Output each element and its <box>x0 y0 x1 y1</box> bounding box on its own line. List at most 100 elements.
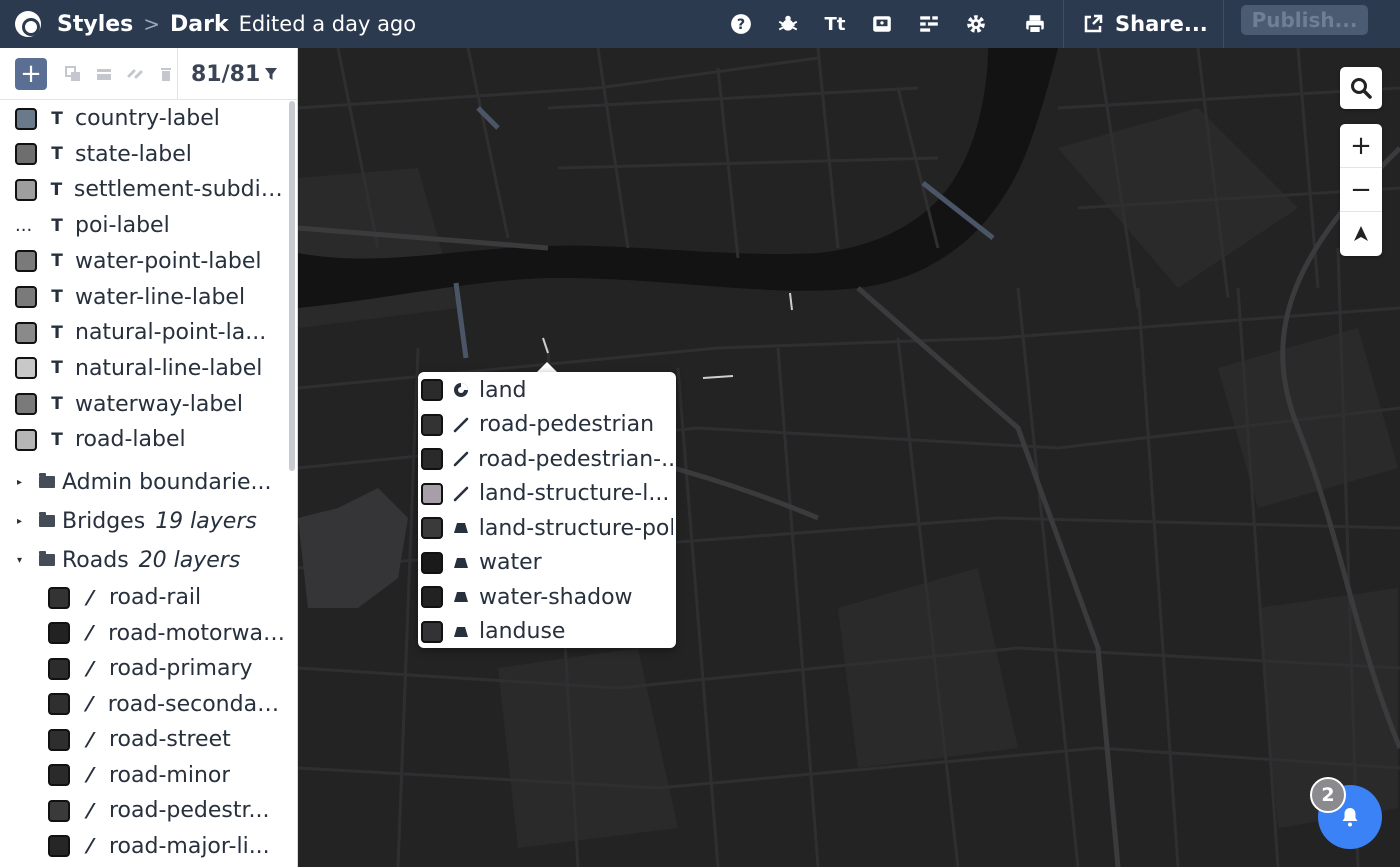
layer-row[interactable]: ⁄ road-secondary... <box>48 687 286 722</box>
layer-name: road-motorway... <box>108 620 286 646</box>
share-button[interactable]: Share... <box>1083 0 1208 48</box>
layer-row[interactable]: Troad-label <box>0 422 288 457</box>
layer-row[interactable]: Tcountry-label <box>0 101 288 136</box>
layer-color-swatch <box>48 764 70 786</box>
line-layer-icon: ⁄ <box>87 621 92 645</box>
line-layer-icon: ⁄ <box>88 585 92 610</box>
layer-row[interactable]: ⁄ road-major-li... <box>48 829 286 864</box>
symbol-layer-icon: T <box>51 108 63 129</box>
layer-settings-icon[interactable] <box>912 7 946 41</box>
symbol-layer-icon: T <box>51 322 63 343</box>
zoom-out-button[interactable]: − <box>1340 168 1382 212</box>
unlink-icon[interactable] <box>125 64 145 84</box>
layer-name: road-major-li... <box>109 833 270 859</box>
debug-icon[interactable] <box>771 7 805 41</box>
svg-text:?: ? <box>737 17 745 33</box>
popup-layer-item[interactable]: landuse <box>421 615 673 649</box>
line-layer-icon: ⁄ <box>88 763 92 787</box>
layer-row[interactable]: ⁄ road-minor <box>48 758 286 793</box>
duplicate-icon[interactable] <box>63 64 83 84</box>
layer-row[interactable]: Tsettlement-subdivi... <box>0 172 288 207</box>
group-name: Roads <box>62 547 129 573</box>
help-icon[interactable]: ? <box>724 7 758 41</box>
layer-color-swatch <box>48 799 70 822</box>
settings-icon[interactable] <box>959 7 993 41</box>
layer-row[interactable]: Twater-line-label <box>0 280 288 315</box>
symbol-layer-icon: T <box>51 251 63 272</box>
layer-row[interactable]: Twaterway-label <box>0 387 288 422</box>
layer-group[interactable]: ▸ Admin boundarie... <box>0 463 288 501</box>
layer-name: water-line-label <box>75 284 246 310</box>
folder-icon <box>39 473 55 488</box>
popup-layer-item[interactable]: water <box>421 546 673 580</box>
layer-name: land-structure-pol <box>478 515 673 541</box>
layer-color-swatch <box>421 413 443 436</box>
typography-icon[interactable]: Tt <box>818 7 852 41</box>
group-name: Bridges <box>62 508 146 534</box>
caret-down-icon[interactable]: ▾ <box>17 555 25 566</box>
layer-row[interactable]: ⁄ road-primary <box>48 651 286 686</box>
layer-group[interactable]: ▾ Roads 20 layers <box>0 541 288 579</box>
publish-button[interactable]: Publish... <box>1241 5 1368 35</box>
map-search-button[interactable] <box>1340 67 1382 109</box>
layer-color-swatch <box>48 586 70 609</box>
mapbox-logo-icon[interactable] <box>15 11 41 37</box>
popup-layer-item[interactable]: road-pedestrian <box>421 408 673 442</box>
compass-button[interactable] <box>1340 212 1382 256</box>
layer-color-swatch <box>48 835 70 857</box>
layer-name: natural-line-label <box>75 355 263 381</box>
layer-group[interactable]: ▸ Bridges 19 layers <box>0 502 288 540</box>
layer-name: road-pedestrian-... <box>478 446 673 472</box>
fill-extrusion-icon <box>451 382 471 398</box>
preview-icon[interactable] <box>865 7 899 41</box>
layer-name: road-rail <box>109 585 202 610</box>
layer-row[interactable]: Tnatural-point-la... <box>0 315 288 350</box>
layer-count-value: 81/81 <box>191 61 261 87</box>
layer-color-swatch <box>421 551 443 574</box>
layer-count[interactable]: 81/81 <box>177 48 278 100</box>
layer-color-swatch <box>15 107 37 130</box>
layer-row[interactable]: Tnatural-line-label <box>0 351 288 386</box>
popup-layer-item[interactable]: land <box>421 373 673 407</box>
layer-name: country-label <box>75 106 220 131</box>
layer-name: road-minor <box>109 762 231 788</box>
fill-icon <box>451 555 471 571</box>
notification-count-badge: 2 <box>1310 777 1346 813</box>
caret-right-icon[interactable]: ▸ <box>17 516 25 527</box>
popup-layer-item[interactable]: water-shadow <box>421 580 673 614</box>
group-icon[interactable] <box>94 64 114 84</box>
layers-toolbar: + 81/81 <box>0 48 297 100</box>
folder-icon <box>39 512 55 527</box>
layer-row[interactable]: ... Tpoi-label <box>0 208 288 243</box>
edited-status: Edited a day ago <box>238 12 417 36</box>
layer-row[interactable]: Tstate-label <box>0 137 288 172</box>
layer-name: water-shadow <box>479 584 633 610</box>
popup-layer-item[interactable]: land-structure-pol <box>421 511 673 545</box>
breadcrumb-styles[interactable]: Styles <box>57 12 133 37</box>
print-icon[interactable] <box>1018 7 1052 41</box>
layer-color-swatch <box>421 586 443 608</box>
layer-row[interactable]: ⁄ road-street <box>48 722 286 757</box>
line-layer-icon: ⁄ <box>88 834 92 858</box>
layer-row[interactable]: ⁄ road-motorway... <box>48 616 286 651</box>
layer-row[interactable]: Twater-point-label <box>0 244 288 279</box>
caret-right-icon[interactable]: ▸ <box>17 477 25 488</box>
layer-row[interactable]: ⁄ road-rail <box>48 580 286 615</box>
style-name[interactable]: Dark <box>170 12 229 37</box>
layer-name: landuse <box>479 619 566 644</box>
fill-icon <box>451 589 471 605</box>
filter-icon[interactable] <box>264 67 278 81</box>
line-layer-icon: ⁄ <box>88 656 92 681</box>
symbol-layer-icon: T <box>51 358 63 379</box>
zoom-in-button[interactable]: + <box>1340 124 1382 168</box>
popup-layer-item[interactable]: road-pedestrian-... <box>421 442 673 476</box>
layer-color-swatch <box>15 286 37 308</box>
sidebar-scrollbar[interactable] <box>289 101 295 471</box>
layer-name: road-primary <box>109 656 253 681</box>
layer-row[interactable]: ⁄ road-pedestr... <box>48 793 286 828</box>
popup-layer-item[interactable]: land-structure-l... <box>421 477 673 511</box>
layers-sidebar: + 81/81 Tcountry-label Tstate-label Tsettl… <box>0 48 298 867</box>
trash-icon[interactable] <box>156 64 176 84</box>
add-layer-button[interactable]: + <box>15 57 47 90</box>
toolbar-divider <box>1063 0 1064 48</box>
